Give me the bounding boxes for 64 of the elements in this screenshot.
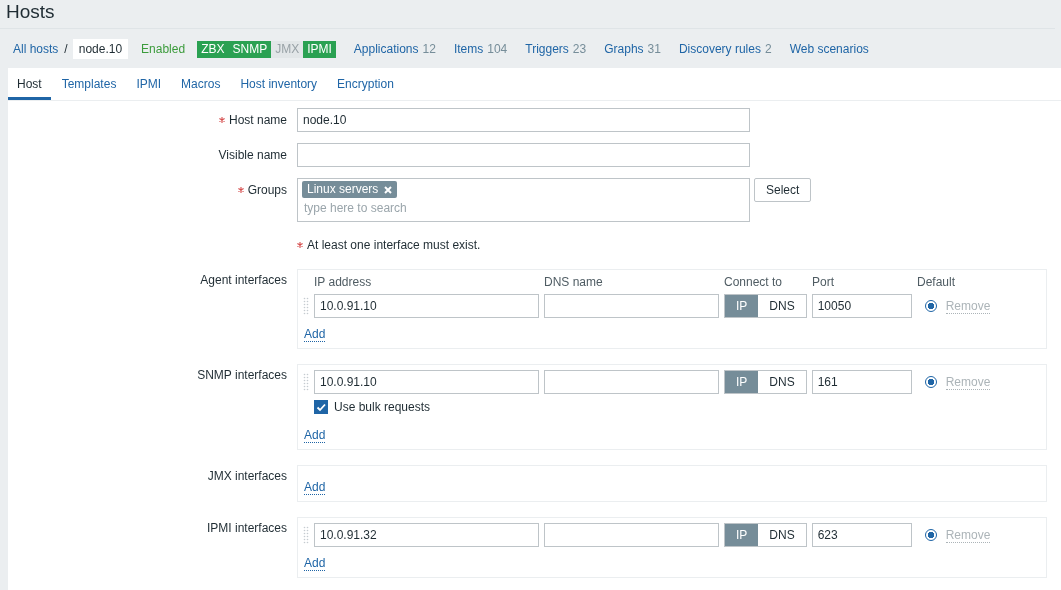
field-label: JMX interfaces	[207, 469, 287, 483]
ip-address-field[interactable]: 10.0.91.10	[314, 370, 539, 394]
remove-icon[interactable]	[384, 185, 393, 194]
tab[interactable]: IPMI	[127, 68, 171, 100]
nav-link[interactable]: Discovery rules 2	[678, 42, 772, 56]
tag-label: Linux servers	[307, 182, 379, 197]
add-link[interactable]: Add	[304, 480, 326, 495]
connect-toggle[interactable]: IP	[725, 295, 759, 317]
breadcrumb-link[interactable]: All hosts	[13, 42, 59, 56]
checkbox-label: Use bulk requests	[334, 400, 431, 414]
text-field[interactable]	[297, 143, 750, 167]
field-label: SNMP interfaces	[197, 368, 287, 382]
breadcrumb-separator: /	[64, 42, 68, 56]
add-link[interactable]: Add	[304, 327, 326, 342]
drag-handle-icon[interactable]	[303, 526, 309, 544]
dns-name-field[interactable]	[544, 523, 719, 547]
drag-handle-icon[interactable]	[303, 297, 309, 315]
availability-badge: IPMI	[303, 40, 336, 58]
connect-toggle[interactable]: IP	[725, 524, 759, 546]
column-header: IP address	[314, 275, 373, 291]
default-radio[interactable]	[924, 300, 937, 312]
add-link[interactable]: Add	[304, 428, 326, 443]
note-text: At least one interface must exist.	[307, 238, 481, 252]
column-header: Connect to	[724, 275, 784, 291]
default-radio[interactable]	[924, 376, 937, 388]
column-header: Port	[812, 275, 835, 291]
ip-address-field[interactable]: 10.0.91.10	[314, 294, 539, 318]
ip-address-field[interactable]: 10.0.91.32	[314, 523, 539, 547]
tab[interactable]: Host	[8, 68, 51, 100]
field-label: Agent interfaces	[200, 273, 287, 287]
port-field[interactable]: 623	[811, 523, 912, 547]
field-label: Groups	[247, 183, 287, 197]
current-host: node.10	[72, 39, 129, 59]
column-header: DNS name	[544, 275, 604, 291]
tab[interactable]: Macros	[172, 68, 230, 100]
nav-link[interactable]: Applications 12	[353, 42, 436, 56]
drag-handle-icon[interactable]	[303, 373, 309, 391]
tab[interactable]: Templates	[52, 68, 126, 100]
tab[interactable]: Encryption	[328, 68, 403, 100]
availability-badge: JMX	[271, 40, 304, 58]
tab[interactable]: Host inventory	[231, 68, 327, 100]
field-label: Visible name	[218, 148, 287, 162]
page-title: Hosts	[6, 0, 56, 24]
availability-badge: SNMP	[228, 40, 272, 58]
default-radio[interactable]	[924, 529, 937, 541]
port-field[interactable]: 161	[811, 370, 912, 394]
nav-link[interactable]: Triggers 23	[525, 42, 587, 56]
groups-field[interactable]: Linux servers type here to search	[297, 178, 750, 222]
checkbox[interactable]	[314, 400, 328, 414]
dns-name-field[interactable]	[544, 370, 719, 394]
text-field[interactable]: node.10	[297, 108, 750, 132]
availability-badge: ZBX	[197, 40, 229, 58]
nav-link[interactable]: Graphs 31	[604, 42, 661, 56]
add-link[interactable]: Add	[304, 556, 326, 571]
field-label: IPMI interfaces	[206, 521, 287, 535]
connect-toggle[interactable]: IP	[725, 371, 759, 393]
port-field[interactable]: 10050	[811, 294, 912, 318]
dns-name-field[interactable]	[544, 294, 719, 318]
nav-link[interactable]: Web scenarios	[789, 42, 869, 56]
select-button[interactable]: Select	[754, 178, 812, 202]
column-header: Default	[917, 275, 956, 291]
required-icon	[297, 242, 303, 248]
nav-link[interactable]: Items 104	[453, 42, 508, 56]
field-label: Host name	[228, 113, 287, 127]
